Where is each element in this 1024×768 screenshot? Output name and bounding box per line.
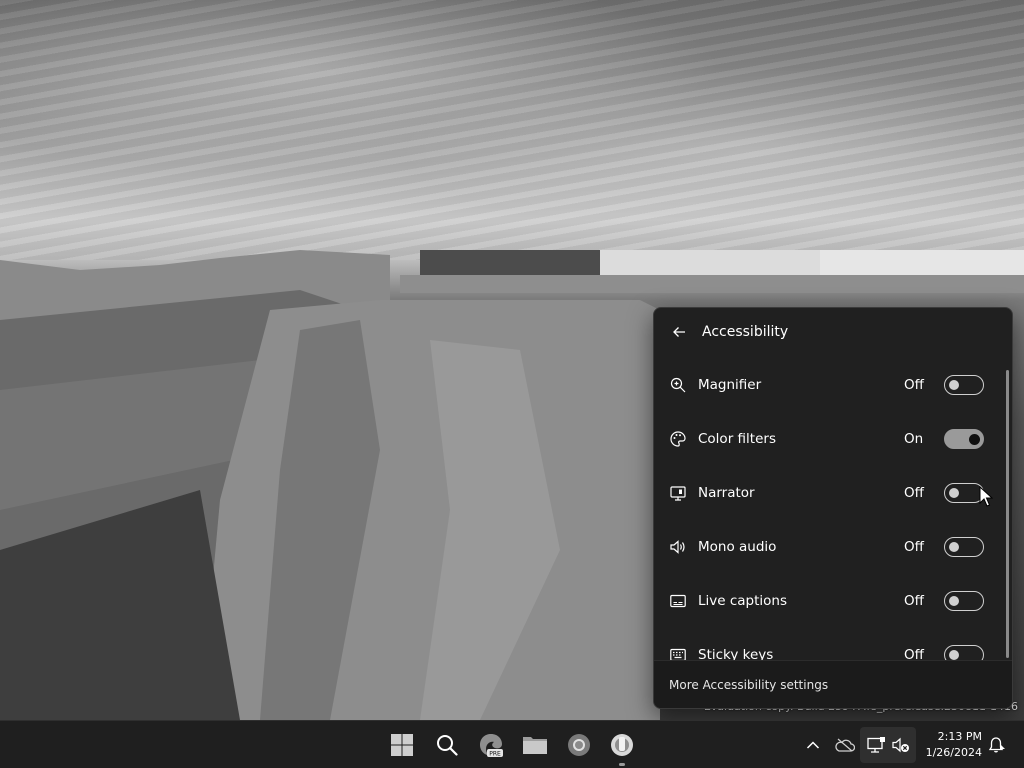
taskbar: PRE 2:13 PM 1/26/2024 [0, 720, 1024, 768]
narrator-toggle[interactable] [944, 483, 984, 503]
color-filters-icon [669, 430, 687, 448]
magnifier-icon [669, 376, 687, 394]
color-filters-state: On [904, 431, 924, 447]
network-icon [867, 737, 885, 753]
color-filters-label: Color filters [698, 431, 776, 447]
file-explorer-button[interactable] [518, 728, 552, 762]
file-explorer-icon [523, 737, 547, 754]
sticky-keys-row: Sticky keys Off [654, 628, 1000, 660]
flyout-footer: More Accessibility settings [654, 660, 1012, 708]
onedrive-button[interactable] [833, 733, 857, 757]
edge-canary-icon: PRE [480, 734, 503, 758]
active-app-button[interactable] [605, 728, 639, 762]
svg-text:PRE: PRE [489, 751, 501, 758]
notifications-button[interactable] [985, 733, 1009, 757]
sticky-keys-toggle[interactable] [944, 645, 984, 660]
magnifier-label: Magnifier [698, 377, 762, 393]
chrome-icon [568, 734, 590, 756]
mouse-cursor-icon [979, 486, 993, 507]
color-filters-row: Color filters On [654, 412, 1000, 466]
accessibility-options-list: Magnifier Off Color filters On Narrator … [654, 356, 1012, 660]
clock[interactable]: 2:13 PM 1/26/2024 [918, 729, 982, 761]
edge-preview-button[interactable]: PRE [474, 728, 508, 762]
mono-audio-label: Mono audio [698, 539, 777, 555]
live-captions-state: Off [904, 593, 924, 609]
narrator-icon [669, 484, 687, 502]
app-icon [611, 734, 633, 756]
clock-date: 1/26/2024 [925, 746, 982, 759]
sticky-keys-state: Off [904, 647, 924, 660]
onedrive-icon [835, 738, 855, 752]
back-button[interactable] [664, 317, 694, 347]
start-icon [391, 734, 413, 756]
flyout-scrollbar[interactable] [1006, 370, 1009, 658]
volume-muted-icon [892, 737, 909, 753]
flyout-title: Accessibility [702, 324, 789, 340]
volume-status[interactable] [889, 733, 913, 757]
flyout-header: Accessibility [654, 308, 1012, 356]
search-button[interactable] [430, 728, 464, 762]
clock-time: 2:13 PM [937, 730, 982, 743]
narrator-row: Narrator Off [654, 466, 1000, 520]
notification-bell-icon [988, 737, 1005, 753]
narrator-label: Narrator [698, 485, 755, 501]
mono-audio-icon [669, 538, 687, 556]
sticky-keys-label: Sticky keys [698, 647, 774, 660]
live-captions-label: Live captions [698, 593, 788, 609]
color-filters-toggle[interactable] [944, 429, 984, 449]
show-hidden-icons-button[interactable] [801, 733, 825, 757]
sticky-keys-icon [669, 646, 687, 660]
accessibility-flyout: Accessibility Magnifier Off Color filter… [653, 307, 1013, 709]
live-captions-icon [669, 592, 687, 610]
network-status[interactable] [864, 733, 888, 757]
more-accessibility-settings-link[interactable]: More Accessibility settings [669, 678, 828, 692]
mono-audio-toggle[interactable] [944, 537, 984, 557]
active-app-indicator [619, 763, 625, 766]
sky-clouds [0, 0, 1024, 260]
mono-audio-state: Off [904, 539, 924, 555]
magnifier-state: Off [904, 377, 924, 393]
magnifier-toggle[interactable] [944, 375, 984, 395]
start-button[interactable] [385, 728, 419, 762]
live-captions-row: Live captions Off [654, 574, 1000, 628]
narrator-state: Off [904, 485, 924, 501]
mono-audio-row: Mono audio Off [654, 520, 1000, 574]
chrome-button[interactable] [562, 728, 596, 762]
search-icon [437, 735, 458, 756]
magnifier-row: Magnifier Off [654, 358, 1000, 412]
live-captions-toggle[interactable] [944, 591, 984, 611]
arrow-left-icon [673, 327, 685, 337]
chevron-up-icon [806, 741, 820, 749]
